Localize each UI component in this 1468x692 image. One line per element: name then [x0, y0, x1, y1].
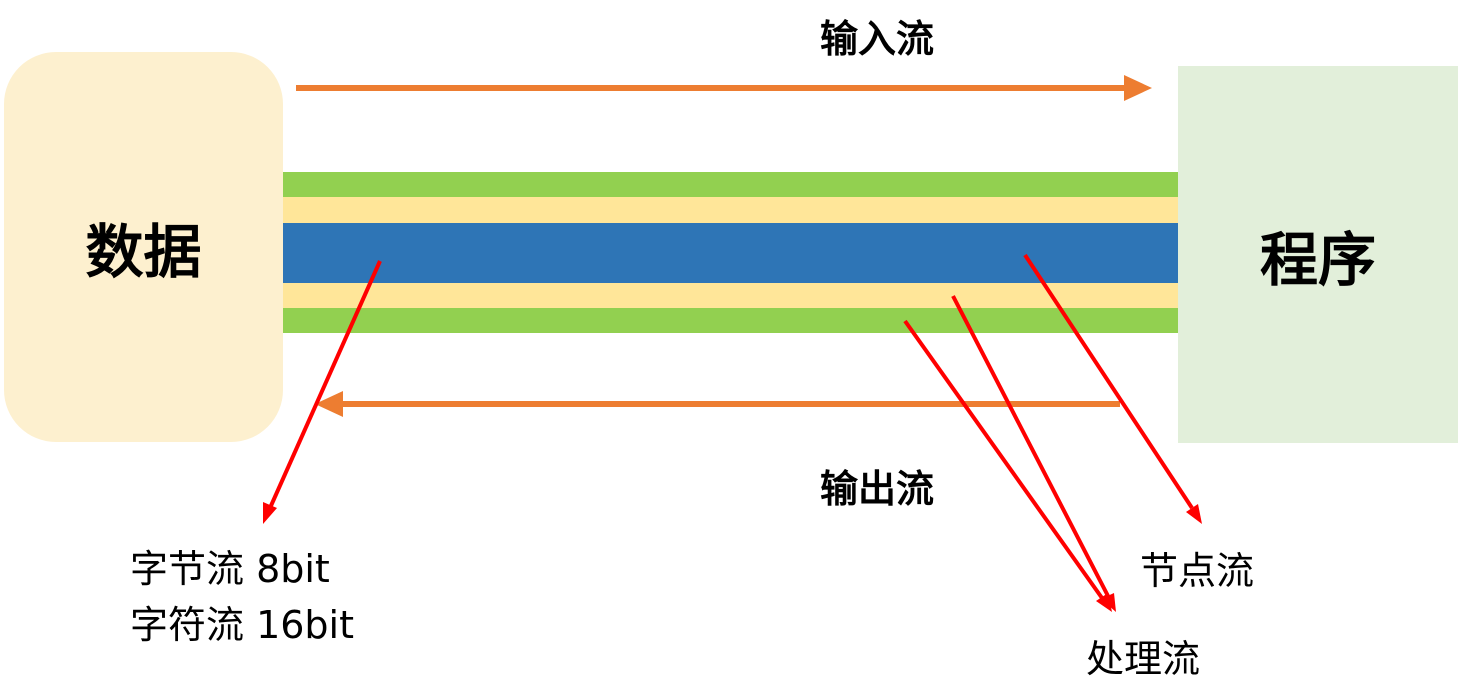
- output-stream-label: 输出流: [820, 467, 935, 511]
- output-stream-arrow: [315, 391, 1120, 417]
- byte-stream-label: 字节流 8bit: [130, 547, 330, 591]
- processing-stream-pointer-arrow-2: [951, 295, 1116, 612]
- input-stream-label: 输入流: [820, 17, 935, 61]
- processing-stream-label: 处理流: [1086, 637, 1201, 681]
- processing-stream-pointer-arrow-1: [903, 319, 1112, 612]
- node-stream-label: 节点流: [1140, 549, 1255, 593]
- input-stream-arrow: [296, 75, 1152, 101]
- char-stream-label: 字符流 16bit: [130, 603, 355, 647]
- byte-char-stream-pointer-arrow: [263, 260, 382, 524]
